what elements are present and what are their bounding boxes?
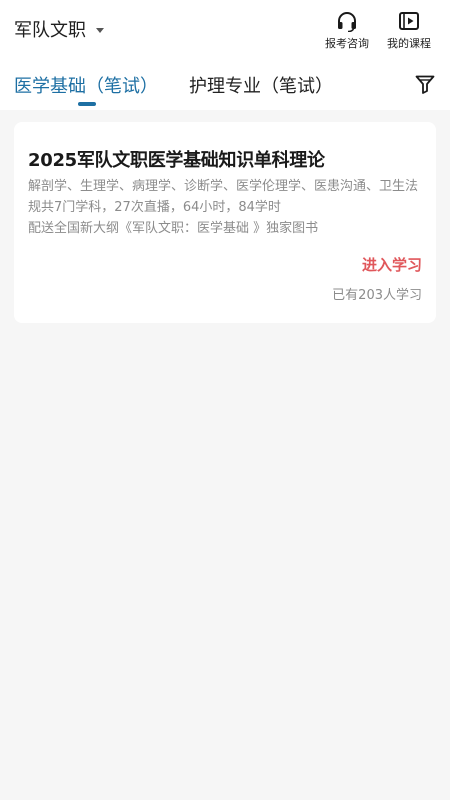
my-courses-button[interactable]: 我的课程 [387, 10, 431, 51]
my-courses-label: 我的课程 [387, 37, 431, 50]
learner-count: 已有203人学习 [332, 288, 422, 303]
category-select[interactable]: 军队文职 [14, 16, 104, 42]
enter-study-button[interactable]: 进入学习 [362, 254, 422, 275]
course-book-note: 配送全国新大纲《军队文职：医学基础 》独家图书 [28, 221, 319, 236]
active-tab-indicator [78, 102, 96, 106]
course-card[interactable]: 2025军队文职医学基础知识单科理论 解剖学、生理学、病理学、诊断学、医学伦理学… [14, 122, 436, 323]
course-subjects: 解剖学、生理学、病理学、诊断学、医学伦理学、医患沟通、卫生法规共7门学科，27次… [28, 179, 419, 215]
course-description: 解剖学、生理学、病理学、诊断学、医学伦理学、医患沟通、卫生法规共7门学科，27次… [28, 176, 420, 239]
video-play-icon [399, 12, 419, 30]
subject-tabs: 医学基础（笔试） 护理专业（笔试） [0, 58, 450, 110]
filter-icon[interactable] [414, 73, 436, 95]
header: 军队文职 报考咨询 我的课程 [0, 0, 450, 58]
category-label: 军队文职 [14, 20, 86, 41]
tab-nursing[interactable]: 护理专业（笔试） [189, 72, 333, 98]
top-bar: 军队文职 报考咨询 我的课程 医学基础（笔试） 护理专业（笔试） [0, 0, 450, 110]
tab-medical-basics[interactable]: 医学基础（笔试） [14, 72, 158, 98]
consult-label: 报考咨询 [325, 37, 369, 50]
headset-icon [338, 12, 356, 32]
consult-button[interactable]: 报考咨询 [325, 10, 369, 51]
course-title: 2025军队文职医学基础知识单科理论 [28, 150, 325, 171]
chevron-down-icon [96, 27, 104, 33]
